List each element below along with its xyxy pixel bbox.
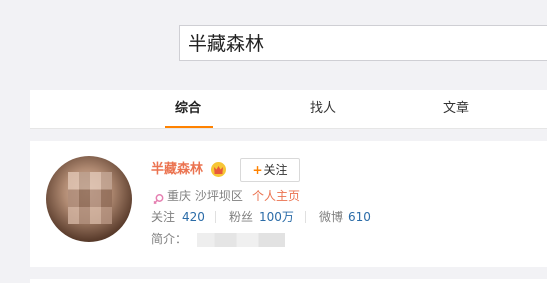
stat-fans-label: 粉丝 [229,210,254,224]
stat-weibo-value[interactable]: 610 [348,209,371,225]
next-card-edge [30,279,547,283]
search-query: 半藏森林 [188,33,265,55]
active-tab-indicator [165,126,213,128]
homepage-link[interactable]: 个人主页 [252,188,300,204]
follow-label: 关注 [263,163,288,177]
stat-following-value[interactable]: 420 [182,209,205,225]
avatar-mosaic [68,172,112,224]
tab-articles[interactable]: 文章 [443,100,469,118]
avatar[interactable] [46,156,132,242]
stat-divider [215,211,216,223]
intro-redacted [197,233,285,247]
intro-label: 简介： [151,232,188,246]
plus-icon: + [252,163,263,177]
gender-female-icon [152,191,165,205]
user-name[interactable]: 半藏森林 [151,161,203,179]
stat-weibo-label: 微博 [319,210,344,224]
tab-people[interactable]: 找人 [310,100,336,118]
stat-fans-value[interactable]: 100万 [259,209,294,225]
search-input[interactable]: 半藏森林 [179,25,547,61]
stat-divider [305,211,306,223]
user-location: 重庆 沙坪坝区 [167,189,243,203]
tab-bar: 综合 找人 文章 [30,90,547,129]
crown-icon [211,162,226,177]
follow-button[interactable]: +关注 [240,158,300,182]
tab-comprehensive[interactable]: 综合 [175,100,201,118]
stat-following-label: 关注 [151,210,176,224]
